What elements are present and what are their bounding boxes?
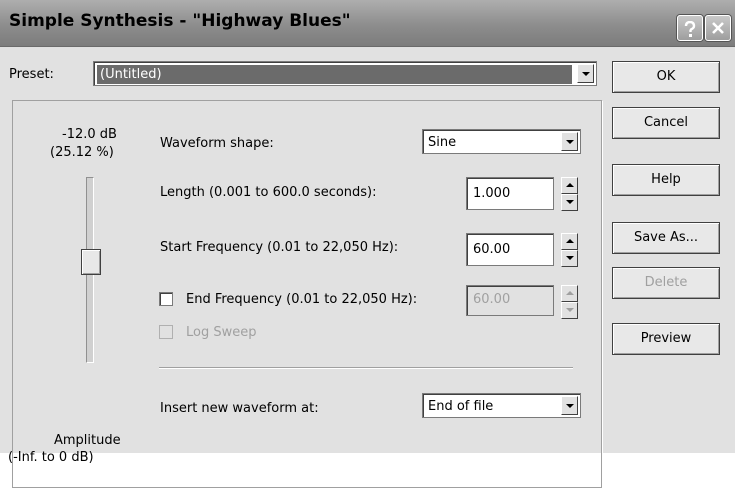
- close-x-icon: [712, 22, 724, 34]
- amplitude-slider-thumb[interactable]: [81, 249, 101, 275]
- settings-group-box: -12.0 dB (25.12 %) Amplitude (-Inf. to 0…: [8, 100, 602, 488]
- window-title: Simple Synthesis - "Highway Blues": [9, 11, 351, 31]
- simple-synthesis-dialog: Simple Synthesis - "Highway Blues" Prese…: [0, 0, 735, 488]
- waveform-shape-dropdown[interactable]: Sine: [422, 129, 581, 154]
- waveform-shape-label: Waveform shape:: [160, 136, 274, 151]
- preview-button[interactable]: Preview: [612, 323, 720, 355]
- insert-position-value: End of file: [428, 399, 494, 414]
- amplitude-range-label: (-Inf. to 0 dB): [8, 450, 94, 465]
- start-frequency-value: 60.00: [473, 242, 511, 257]
- preset-dropdown-arrow-icon[interactable]: [577, 64, 594, 83]
- start-frequency-spin-down-icon[interactable]: [561, 250, 578, 267]
- waveform-shape-value: Sine: [428, 135, 457, 150]
- help-question-icon[interactable]: [677, 15, 703, 41]
- preset-label: Preset:: [9, 67, 54, 82]
- delete-button[interactable]: Delete: [612, 267, 720, 299]
- length-spin-down-icon[interactable]: [561, 194, 578, 211]
- start-frequency-input[interactable]: 60.00: [466, 233, 554, 266]
- end-frequency-value: 60.00: [473, 292, 511, 307]
- end-frequency-input[interactable]: 60.00: [466, 285, 554, 316]
- help-button[interactable]: Help: [612, 164, 720, 196]
- end-frequency-label: End Frequency (0.01 to 22,050 Hz):: [186, 292, 418, 307]
- amplitude-label: Amplitude: [54, 433, 121, 448]
- end-frequency-spin-up-icon[interactable]: [561, 285, 578, 302]
- cancel-button[interactable]: Cancel: [612, 107, 720, 139]
- length-label: Length (0.001 to 600.0 seconds):: [160, 185, 377, 200]
- log-sweep-label: Log Sweep: [186, 325, 257, 340]
- close-window-button[interactable]: [705, 15, 731, 41]
- amplitude-label-text: Amplitude: [54, 433, 121, 448]
- ok-button[interactable]: OK: [612, 61, 720, 93]
- end-frequency-checkbox[interactable]: [159, 292, 173, 306]
- length-input[interactable]: 1.000: [466, 177, 554, 210]
- title-bar[interactable]: Simple Synthesis - "Highway Blues": [0, 0, 735, 47]
- insert-dropdown-arrow-icon[interactable]: [561, 396, 578, 415]
- start-frequency-spin-up-icon[interactable]: [561, 233, 578, 250]
- dialog-body: Preset: (Untitled) -12.0 dB (25.12 %) Am…: [0, 48, 735, 488]
- preset-value: (Untitled): [97, 65, 572, 84]
- separator-line: [159, 367, 573, 369]
- end-frequency-spin-down-icon[interactable]: [561, 302, 578, 319]
- insert-position-dropdown[interactable]: End of file: [422, 393, 581, 418]
- log-sweep-checkbox[interactable]: [159, 325, 173, 339]
- amplitude-db-readout: -12.0 dB: [62, 127, 117, 142]
- start-frequency-label: Start Frequency (0.01 to 22,050 Hz):: [160, 240, 399, 255]
- insert-waveform-label: Insert new waveform at:: [160, 401, 319, 416]
- preset-dropdown[interactable]: (Untitled): [93, 61, 597, 86]
- length-spin-up-icon[interactable]: [561, 177, 578, 194]
- waveform-dropdown-arrow-icon[interactable]: [561, 132, 578, 151]
- save-as-button[interactable]: Save As...: [612, 222, 720, 254]
- question-mark-icon: [684, 21, 696, 37]
- length-value: 1.000: [473, 186, 511, 201]
- amplitude-percent-readout: (25.12 %): [50, 145, 114, 160]
